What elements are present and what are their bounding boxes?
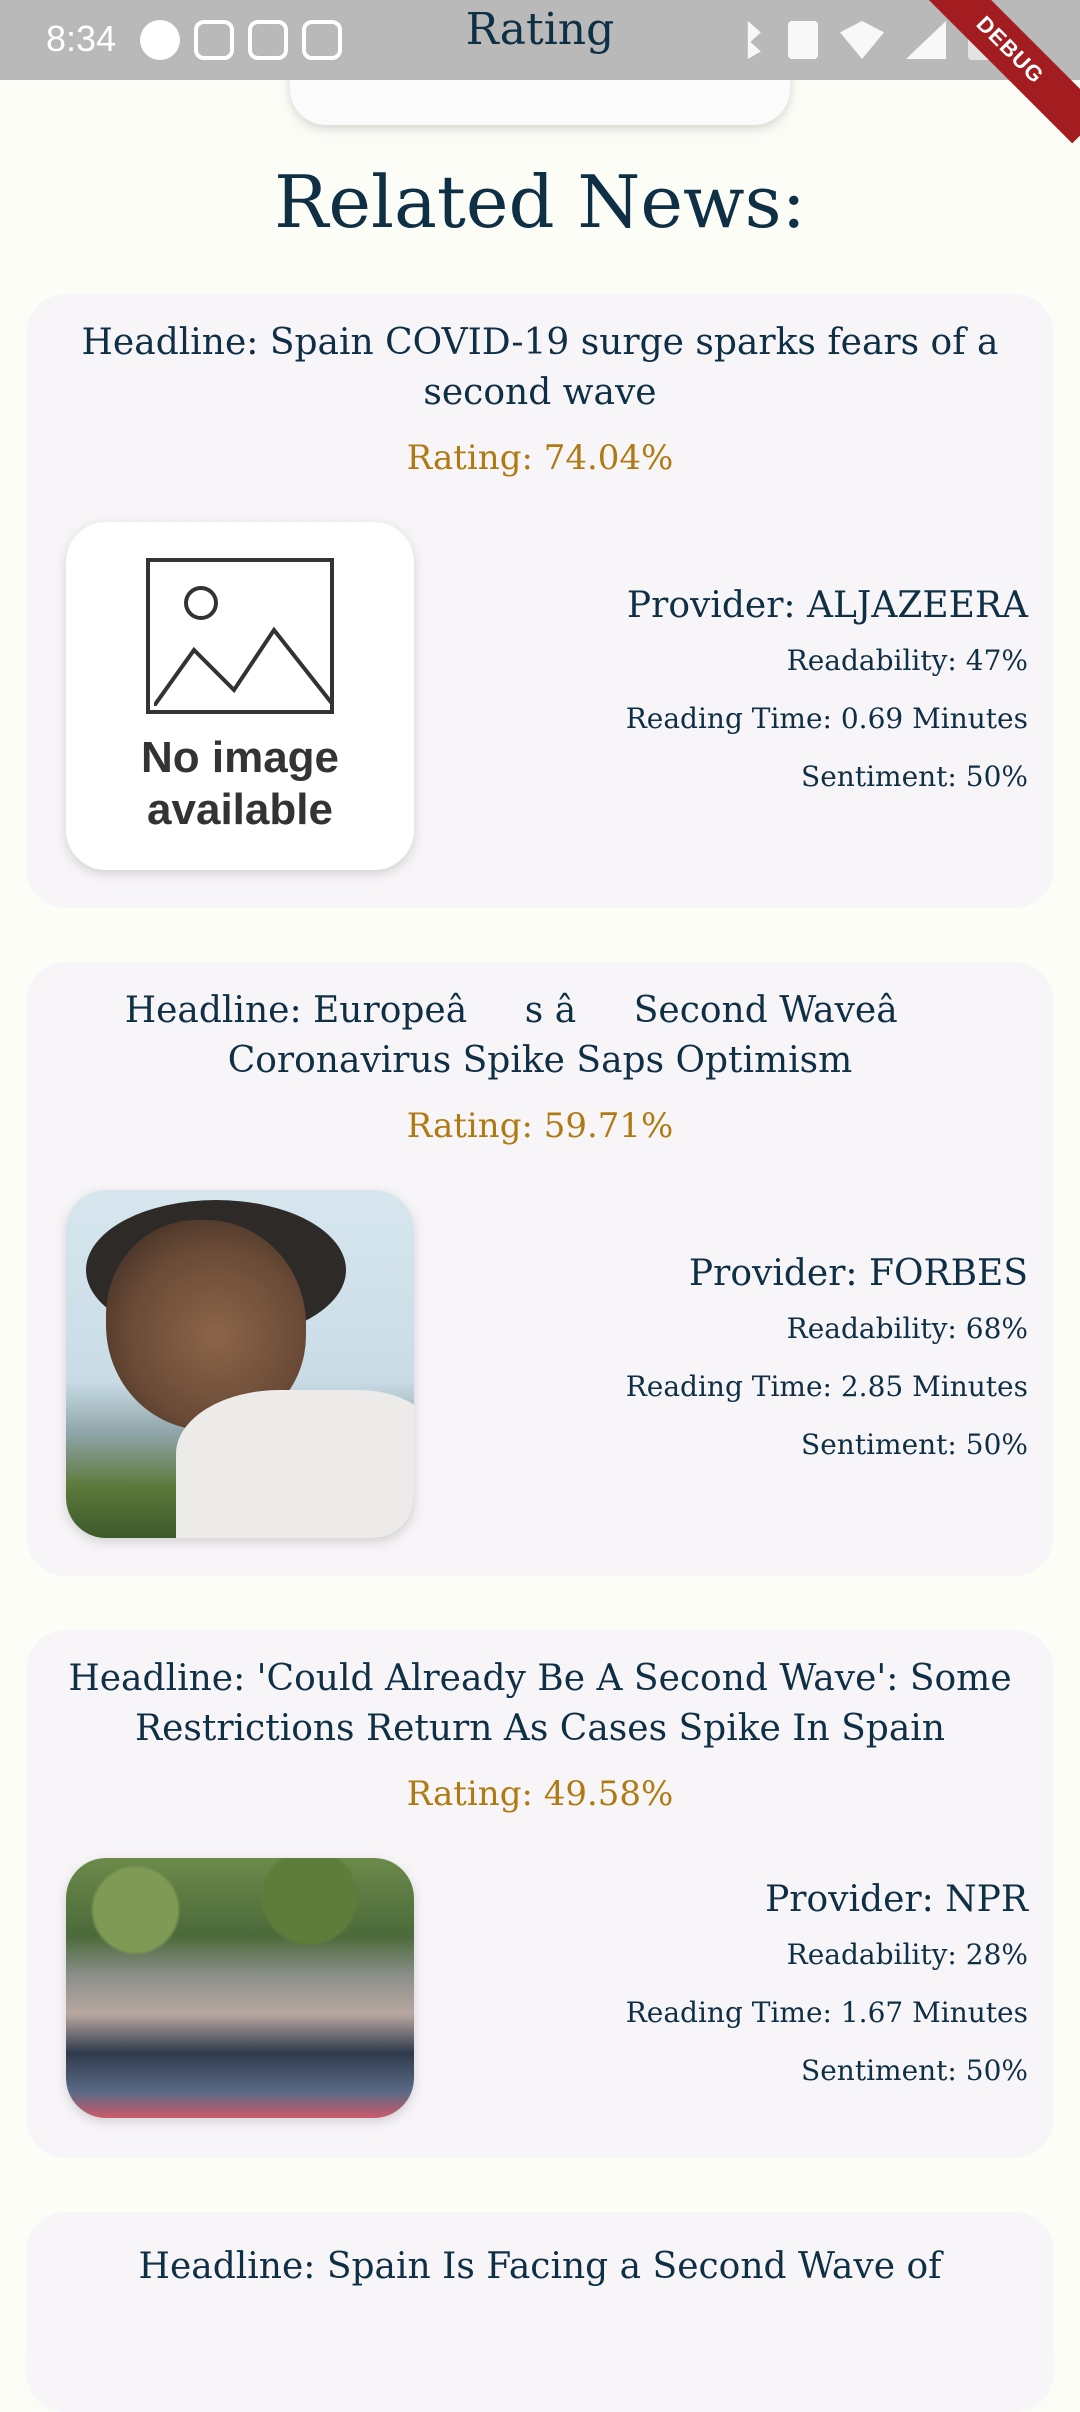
news-card[interactable]: Headline: Spain COVID-19 surge sparks fe… <box>26 294 1054 908</box>
news-meta: Provider: FORBES Readability: 68% Readin… <box>626 1248 1028 1474</box>
instagram-icon <box>194 20 234 60</box>
vibrate-icon <box>788 21 818 59</box>
portrait-photo <box>66 1190 414 1538</box>
news-thumbnail <box>66 1858 414 2118</box>
spotify-icon <box>140 20 180 60</box>
street-crowd-photo <box>66 1858 414 2118</box>
news-rating: Rating: 59.71% <box>406 1106 674 1146</box>
section-title: Related News: <box>274 160 806 244</box>
news-reading-time: Reading Time: 1.67 Minutes <box>625 1996 1028 2029</box>
news-thumbnail <box>66 1190 414 1538</box>
news-sentiment: Sentiment: 50% <box>801 760 1028 793</box>
status-time: 8:34 <box>46 18 117 59</box>
news-readability: Readability: 47% <box>786 644 1028 677</box>
cellular-icon <box>906 21 946 59</box>
news-card[interactable]: Headline: 'Could Already Be A Second Wav… <box>26 1630 1054 2158</box>
news-headline: Headline: Spain COVID-19 surge sparks fe… <box>81 322 999 413</box>
no-image-label: No image available <box>140 733 340 834</box>
news-provider: Provider: ALJAZEERA <box>626 585 1028 626</box>
news-readability: Readability: 28% <box>786 1938 1028 1971</box>
photo-detail <box>176 1390 414 1538</box>
news-sentiment: Sentiment: 50% <box>801 1428 1028 1461</box>
image-placeholder-icon <box>146 558 334 714</box>
news-readability: Readability: 68% <box>786 1312 1028 1345</box>
rating-tab-title: Rating <box>465 4 615 55</box>
news-rating: Rating: 74.04% <box>406 438 674 478</box>
news-sentiment: Sentiment: 50% <box>801 2054 1028 2087</box>
news-card[interactable]: Headline: Europeâs âSecond Waveâ C… <box>26 962 1054 1576</box>
news-provider: Provider: FORBES <box>688 1253 1028 1294</box>
mountain-icon <box>154 626 334 706</box>
no-image-placeholder: No image available <box>66 522 414 870</box>
news-reading-time: Reading Time: 2.85 Minutes <box>625 1370 1028 1403</box>
news-rating: Rating: 49.58% <box>406 1774 674 1814</box>
news-headline: Headline: Europeâs âSecond Waveâ C… <box>124 990 956 1081</box>
news-meta: Provider: NPR Readability: 28% Reading T… <box>626 1874 1028 2100</box>
news-meta: Provider: ALJAZEERA Readability: 47% Rea… <box>626 580 1028 806</box>
news-provider: Provider: NPR <box>765 1879 1028 1920</box>
news-headline: Headline: 'Could Already Be A Second Wav… <box>68 1658 1012 1749</box>
news-card[interactable]: Headline: Spain Is Facing a Second Wave … <box>26 2212 1054 2412</box>
news-headline: Headline: Spain Is Facing a Second Wave … <box>138 2246 942 2287</box>
news-thumbnail: No image available <box>66 522 414 870</box>
news-reading-time: Reading Time: 0.69 Minutes <box>625 702 1028 735</box>
instagram-icon <box>248 20 288 60</box>
wifi-icon <box>840 21 884 59</box>
